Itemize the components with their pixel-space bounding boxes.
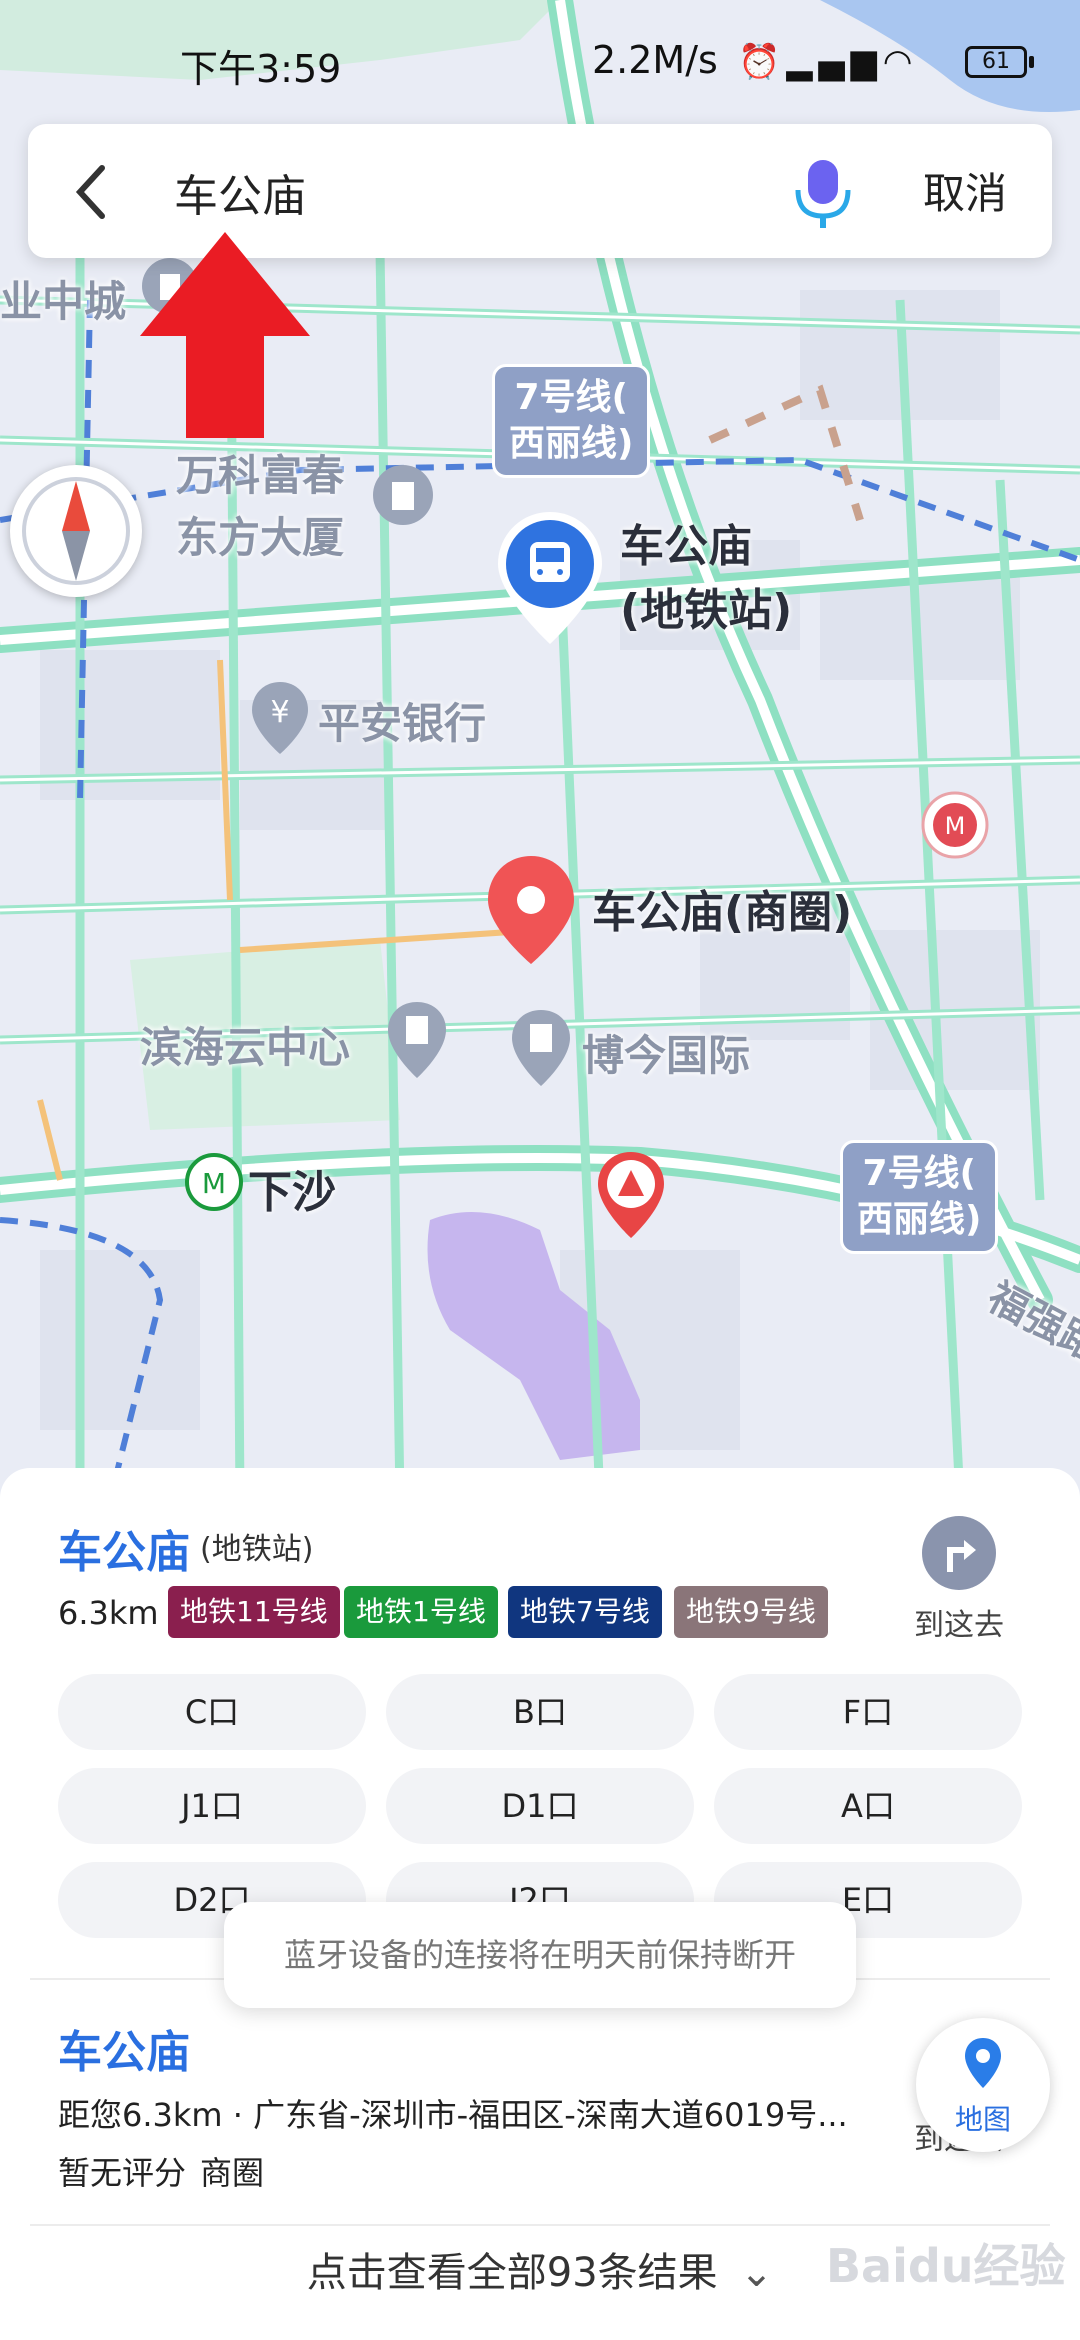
map-label-vanke-2: 东方大厦: [176, 513, 345, 562]
exit-button[interactable]: J1口: [58, 1768, 366, 1844]
metro-line-7-badge[interactable]: 7号线( 西丽线): [492, 364, 651, 478]
metro-line-7-badge[interactable]: 7号线( 西丽线): [840, 1140, 999, 1254]
map-pin-icon: [965, 2038, 1001, 2088]
shenzhen-metro-icon[interactable]: M: [184, 1152, 244, 1212]
map-label-selected: 车公庙(商圈): [592, 887, 853, 938]
map-label-xiasha: 下沙: [248, 1167, 336, 1218]
line-badge-text: 7号线(: [862, 1153, 976, 1194]
watermark: Baidu经验: [826, 2239, 1066, 2293]
back-arrow-icon: [75, 165, 105, 219]
exit-button[interactable]: C口: [58, 1674, 366, 1750]
exit-button[interactable]: A口: [714, 1768, 1022, 1844]
route-turn-icon: [947, 1540, 976, 1572]
svg-text:M: M: [202, 1167, 226, 1200]
map-label-bojin: 博今国际: [582, 1031, 751, 1080]
metro-line-tag: 地铁7号线: [508, 1586, 662, 1638]
status-bar: 下午3:59 2.2M/s ⏰▂▄▆◠ 61: [0, 0, 1080, 120]
cancel-button[interactable]: 取消: [923, 160, 1007, 221]
metro-line-tag: 地铁11号线: [168, 1586, 340, 1638]
bank-icon[interactable]: ¥: [248, 680, 312, 756]
result-subtitle: (地铁站): [200, 1532, 314, 1567]
toast-message: 蓝牙设备的连接将在明天前保持断开: [224, 1902, 856, 2008]
map-label-vanke-1: 万科富春: [176, 451, 345, 500]
result-distance: 6.3km: [58, 1594, 159, 1632]
building-icon[interactable]: [370, 462, 436, 528]
status-icons: ⏰▂▄▆◠: [738, 42, 918, 82]
compass-icon: [22, 477, 130, 585]
subway-station-pin-icon[interactable]: [492, 508, 608, 648]
result-rating: 暂无评分 商圈: [58, 2148, 264, 2194]
building-icon[interactable]: [508, 1008, 574, 1088]
svg-text:¥: ¥: [270, 695, 289, 730]
result-title[interactable]: 车公庙: [58, 2016, 190, 2080]
metro-line-tag: 地铁9号线: [674, 1586, 828, 1638]
line-badge-text: 西丽线): [509, 423, 634, 464]
map-label-binhai: 滨海云中心: [140, 1023, 351, 1072]
route-label[interactable]: 到这去: [914, 1600, 1004, 1644]
rating-text: 暂无评分: [58, 2154, 187, 2192]
selected-location-pin-icon[interactable]: [482, 852, 580, 968]
wifi-icon: ◠: [882, 42, 919, 82]
search-input[interactable]: [172, 150, 736, 234]
map-view-button[interactable]: 地图: [916, 2018, 1050, 2152]
more-results-label: 点击查看全部93条结果: [306, 2250, 718, 2296]
svg-text:M: M: [945, 812, 966, 840]
map-view-label: 地图: [954, 2103, 1011, 2136]
line-badge-text: 西丽线): [857, 1199, 982, 1240]
exit-button[interactable]: B口: [386, 1674, 694, 1750]
status-time: 下午3:59: [180, 47, 342, 91]
compass-button[interactable]: [10, 465, 142, 597]
microphone-icon[interactable]: [788, 156, 858, 232]
back-button[interactable]: [72, 152, 132, 232]
chevron-down-icon: ⌄: [739, 2250, 774, 2296]
map-label-station-sub: (地铁站): [620, 585, 793, 636]
category-text: 商圈: [200, 2154, 265, 2192]
signal-icon: ▂▄▆: [786, 42, 883, 82]
metro-logo-icon[interactable]: M: [920, 790, 990, 870]
result-title[interactable]: 车公庙: [58, 1516, 190, 1580]
metro-line-tag: 地铁1号线: [344, 1586, 498, 1638]
alarm-icon: ⏰: [738, 42, 787, 82]
annotation-arrow-icon: [140, 232, 310, 438]
route-button[interactable]: [922, 1516, 996, 1590]
battery-icon: 61: [965, 46, 1034, 78]
construction-icon[interactable]: [594, 1150, 668, 1240]
result-address: 距您6.3km · 广东省-深圳市-福田区-深南大道6019号...: [58, 2096, 848, 2134]
divider: [30, 2224, 1050, 2226]
building-icon[interactable]: [384, 1000, 450, 1080]
map-label-station: 车公庙: [620, 521, 752, 572]
map-label-mall: 业中城: [0, 277, 127, 326]
map-label-bank: 平安银行: [318, 699, 487, 748]
exit-button[interactable]: F口: [714, 1674, 1022, 1750]
status-network-speed: 2.2M/s: [592, 38, 718, 82]
line-badge-text: 7号线(: [514, 377, 628, 418]
exit-button[interactable]: D1口: [386, 1768, 694, 1844]
